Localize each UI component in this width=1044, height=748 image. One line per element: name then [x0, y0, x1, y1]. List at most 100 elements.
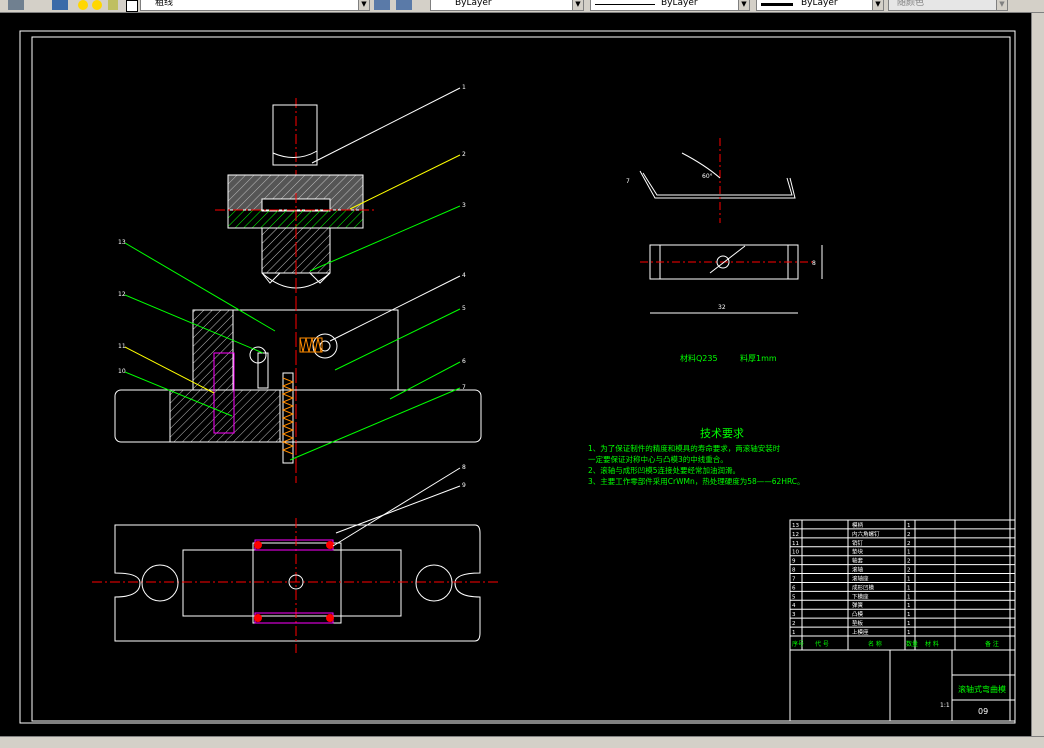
chevron-down-icon[interactable]: ▼ — [872, 0, 883, 10]
callout-label: 4 — [462, 272, 466, 279]
layer-dropdown[interactable]: 粗线 ▼ — [140, 0, 370, 11]
bom-cell-name: 销钉 — [852, 539, 864, 547]
bom-cell-no: 1 — [792, 630, 796, 636]
bom-cell-qty: 1 — [907, 630, 911, 636]
cad-drawing: 1 2 3 4 5 6 7 8 9 10 11 12 13 60° 7 32 8… — [19, 30, 1016, 724]
bom-cell-name: 上模座 — [852, 628, 869, 636]
sun-icon[interactable] — [92, 0, 102, 10]
callout-label: 9 — [462, 482, 466, 489]
lineweight-dropdown[interactable]: ByLayer ▼ — [756, 0, 884, 11]
tech-line: 1、为了保证制件的精度和模具的寿命要求，两滚轴安装时 — [588, 443, 781, 453]
bom-header-cell: 数量 — [906, 640, 918, 648]
bom-cell-no: 7 — [792, 576, 796, 582]
bom-cell-qty: 1 — [907, 550, 911, 556]
technical-requirements: 技术要求 1、为了保证制件的精度和模具的寿命要求，两滚轴安装时 一定要保证对称中… — [588, 427, 805, 486]
plan-view — [92, 518, 500, 653]
bom-cell-qty: 2 — [907, 568, 911, 574]
bom-header-cell: 备 注 — [985, 640, 999, 648]
layer-manager-icon[interactable] — [8, 0, 24, 10]
callout-label: 8 — [462, 464, 466, 471]
lock-icon[interactable] — [108, 0, 118, 10]
bom-cell-qty: 1 — [907, 612, 911, 618]
bom-cell-name: 模柄 — [852, 521, 864, 529]
material-note: 材料Q235 — [680, 353, 718, 363]
bom-cell-qty: 1 — [907, 576, 911, 582]
bom-cell-no: 4 — [792, 603, 796, 609]
outer-frame — [19, 30, 1016, 724]
linetype-value: ByLayer — [661, 0, 698, 8]
callout-label: 7 — [462, 384, 466, 391]
bom-cell-qty: 2 — [907, 532, 911, 538]
bom-cell-name: 弹簧 — [852, 601, 864, 609]
width-dimension: 8 — [812, 260, 816, 267]
bom-cell-qty: 2 — [907, 541, 911, 547]
callout-label: 3 — [462, 202, 466, 209]
bom-cell-no: 11 — [792, 541, 799, 547]
lineweight-value: ByLayer — [801, 0, 838, 8]
bom-cell-name: 成形凹模 — [852, 583, 875, 591]
bom-cell-name: 内六角螺钉 — [852, 530, 880, 538]
layer-previous-icon[interactable] — [396, 0, 412, 10]
linetype-dropdown[interactable]: ByLayer ▼ — [590, 0, 750, 11]
plot-style-value: 随颜色 — [897, 0, 925, 8]
tech-title: 技术要求 — [700, 427, 744, 440]
make-current-layer-icon[interactable] — [374, 0, 390, 10]
leader-lines — [124, 87, 461, 547]
callout-label: 10 — [118, 368, 126, 375]
bom-cell-qty: 1 — [907, 585, 911, 591]
chevron-down-icon[interactable]: ▼ — [738, 0, 749, 10]
bom-cell-no: 2 — [792, 621, 796, 627]
bom-cell-no: 6 — [792, 585, 796, 591]
bom-cell-name: 滚轴座 — [852, 574, 869, 582]
angle-dimension: 60° — [702, 173, 713, 180]
bom-cell-qty: 1 — [907, 523, 911, 529]
bom-cell-qty: 1 — [907, 621, 911, 627]
bom-header-row: 序号 代 号 名 称 数量 材 料 备 注 — [792, 640, 999, 648]
properties-toolbar: 粗线 ▼ ByLayer ▼ ByLayer ▼ ByLayer ▼ 随颜色 ▼ — [0, 0, 1044, 13]
bom-header-cell: 名 称 — [868, 640, 882, 648]
bom-cell-name: 下模座 — [852, 592, 869, 600]
bom-cell-name: 滚轴 — [852, 566, 864, 574]
tech-line: 3、主要工作零部件采用CrWMn，热处理硬度为58——62HRC。 — [588, 476, 805, 486]
bom-header-cell: 代 号 — [815, 640, 829, 648]
shank-outline — [272, 104, 318, 166]
bom-rows: 13 模柄 112 内六角螺钉 211 销钉 210 垫块 19 轴套 28 滚轴 27 滚轴座 16 成形凹… — [790, 521, 1015, 637]
color-value: ByLayer — [455, 0, 492, 8]
bom-cell-name: 垫板 — [852, 619, 864, 627]
title-block-name: 滚轴式弯曲模 — [958, 684, 1006, 694]
horizontal-scrollbar[interactable] — [0, 736, 1044, 748]
lightbulb-icon[interactable] — [78, 0, 88, 10]
bom-cell-name: 轴套 — [852, 557, 864, 565]
title-block-scale: 1:1 — [940, 702, 950, 709]
color-dropdown[interactable]: ByLayer ▼ — [430, 0, 584, 11]
height-dimension: 7 — [626, 178, 630, 185]
tech-line: 一定要保证对称中心与凸模3的中线重合。 — [588, 454, 728, 464]
chevron-down-icon[interactable]: ▼ — [996, 0, 1007, 10]
bom-header-cell: 序号 — [792, 640, 804, 648]
layer-state-icon[interactable] — [52, 0, 68, 10]
lineweight-swatch — [761, 3, 793, 6]
title-block-code: 09 — [978, 707, 988, 716]
plan-outline — [114, 524, 481, 642]
callout-label: 1 — [462, 84, 466, 91]
callout-label: 5 — [462, 305, 466, 312]
callout-label: 6 — [462, 358, 466, 365]
plot-style-dropdown[interactable]: 随颜色 ▼ — [888, 0, 1008, 11]
callout-label: 11 — [118, 343, 126, 350]
linetype-swatch — [595, 4, 655, 5]
bom-cell-qty: 1 — [907, 594, 911, 600]
bom-cell-qty: 2 — [907, 559, 911, 565]
bom-cell-no: 5 — [792, 594, 796, 600]
length-dimension: 32 — [718, 304, 726, 311]
callout-label: 2 — [462, 151, 466, 158]
bom-cell-name: 垫块 — [852, 548, 864, 556]
chevron-down-icon[interactable]: ▼ — [358, 0, 369, 10]
drawing-canvas[interactable]: 1 2 3 4 5 6 7 8 9 10 11 12 13 60° 7 32 8… — [0, 13, 1032, 737]
callout-label: 13 — [118, 239, 126, 246]
bom-header-cell: 材 料 — [925, 640, 939, 648]
vertical-scrollbar[interactable] — [1031, 13, 1044, 737]
thickness-note: 料厚1mm — [740, 353, 777, 363]
chevron-down-icon[interactable]: ▼ — [572, 0, 583, 10]
color-square-icon[interactable] — [126, 0, 138, 12]
tech-line: 2、滚轴与成形凹模5连接处要经常加油润滑。 — [588, 465, 740, 475]
